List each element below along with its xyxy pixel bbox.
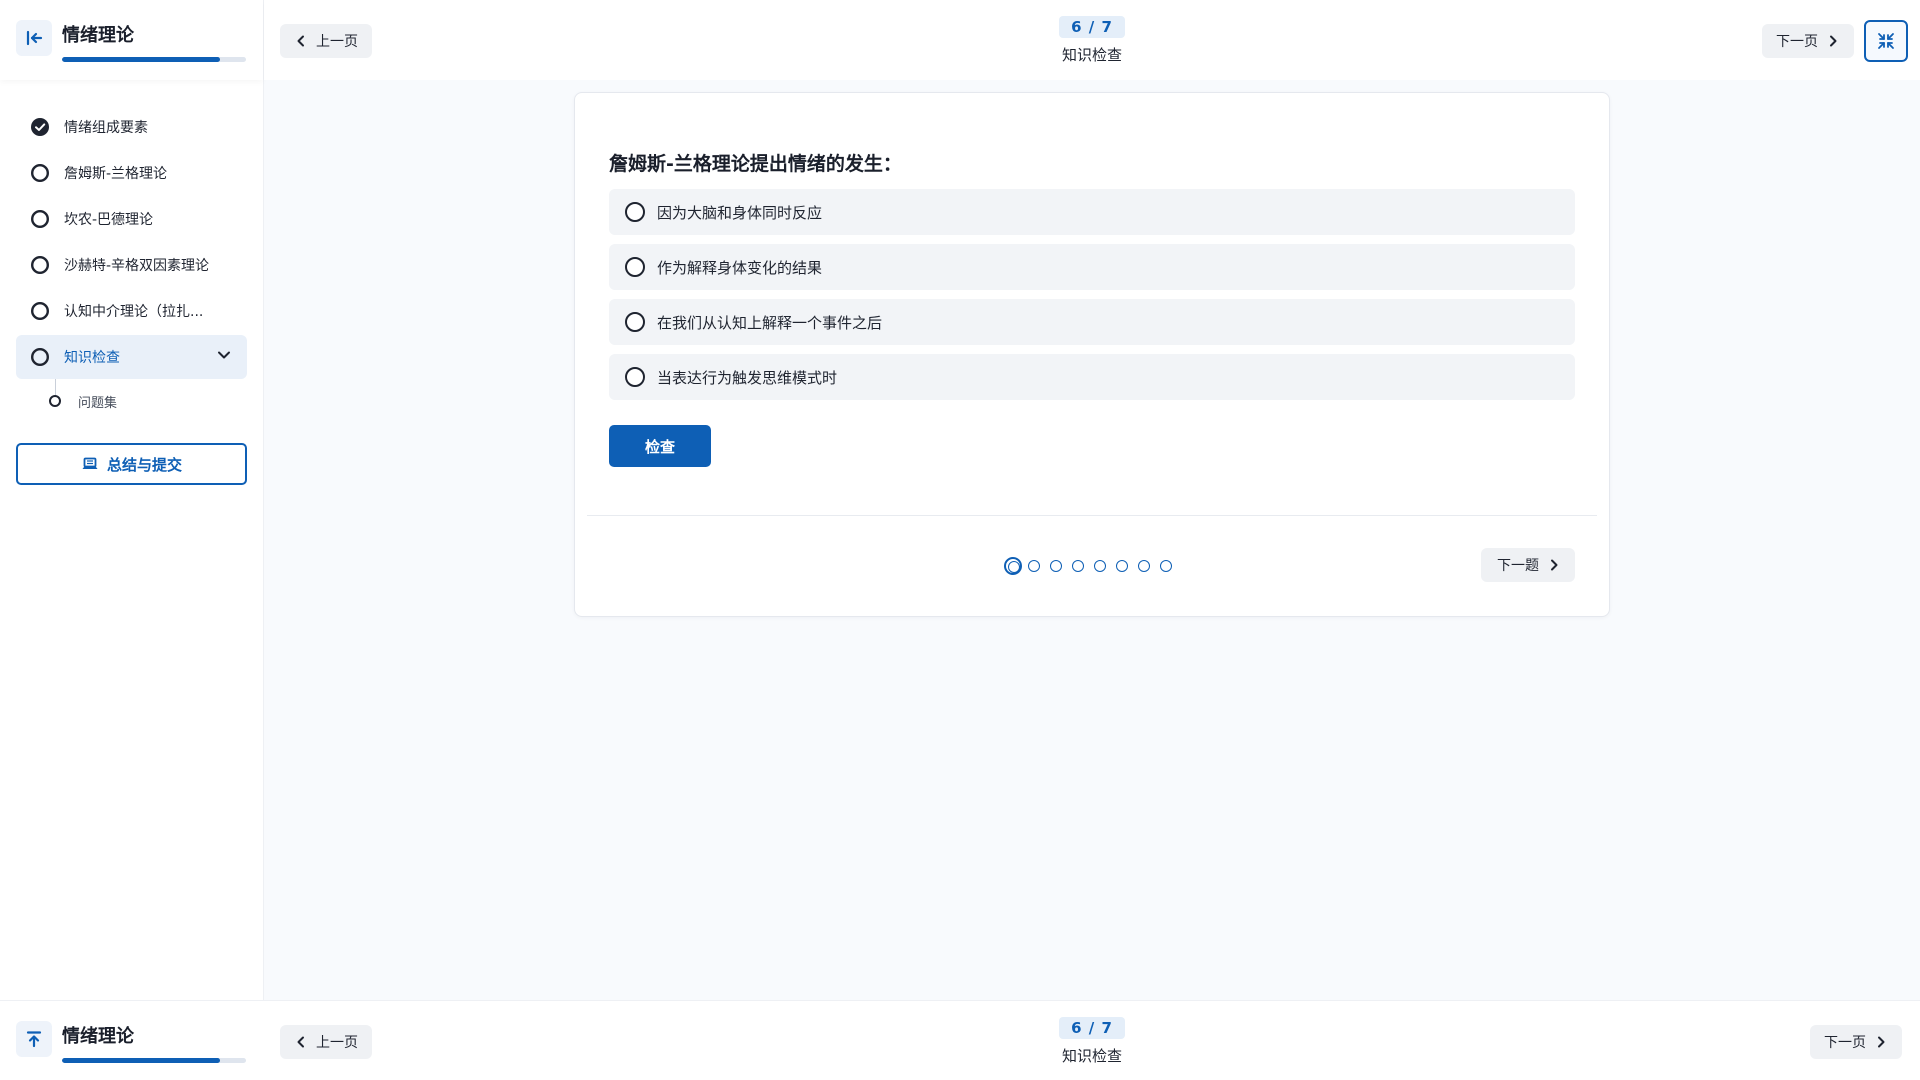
next-page-button[interactable]: 下一页 [1762,24,1854,58]
chevron-right-icon [1547,558,1561,572]
question-dot[interactable] [1094,560,1106,572]
radio-button[interactable] [625,367,645,387]
page-indicator-badge: 6 / 7 [1059,16,1125,38]
course-progress-bar [62,57,246,62]
nav-item-schachter-singer[interactable]: 沙赫特-辛格双因素理论 [16,243,247,287]
nav-item-emotion-components[interactable]: 情绪组成要素 [16,105,247,149]
page-info-bottom: 6 / 7 知识检查 [264,1017,1920,1066]
nav-item-label: 认知中介理论（拉扎... [64,304,204,320]
page-info: 6 / 7 知识检查 [264,16,1920,65]
next-question-label: 下一题 [1497,558,1539,574]
page-title: 知识检查 [1061,46,1122,64]
quiz-card: 詹姆斯-兰格理论提出情绪的发生： 因为大脑和身体同时反应 作为解释身体变化的结果… [574,92,1610,617]
circle-outline-icon [30,347,50,367]
answer-option[interactable]: 作为解释身体变化的结果 [609,244,1575,290]
option-label: 当表达行为触发思维模式时 [657,368,838,387]
course-progress-fill [62,57,221,62]
question-dot[interactable] [1004,557,1022,575]
question-dot[interactable] [1160,560,1172,572]
course-progress-fill [62,1058,221,1063]
laptop-icon [81,456,99,472]
answer-options: 因为大脑和身体同时反应 作为解释身体变化的结果 在我们从认知上解释一个事件之后 … [609,189,1575,409]
course-title: 情绪理论 [62,25,134,46]
nav-item-label: 坎农-巴德理论 [64,212,154,228]
collapse-sidebar-button[interactable] [16,20,52,56]
page-title: 知识检查 [1061,1047,1122,1065]
answer-option[interactable]: 在我们从认知上解释一个事件之后 [609,299,1575,345]
small-circle-icon [49,395,61,407]
check-circle-icon [30,117,50,137]
nav-item-label: 知识检查 [64,350,120,366]
tree-connector [55,379,56,395]
answer-option[interactable]: 因为大脑和身体同时反应 [609,189,1575,235]
question-dot[interactable] [1028,560,1040,572]
nav-item-label: 詹姆斯-兰格理论 [64,166,168,182]
question-text: 詹姆斯-兰格理论提出情绪的发生： [609,153,902,175]
sub-item-question-set[interactable]: 问题集 [16,379,247,421]
question-pagination [1004,557,1182,575]
bottom-navigation-bar: 上一页 6 / 7 知识检查 下一页 [264,1000,1920,1080]
chevron-right-icon [1826,34,1840,48]
minimize-icon [1878,33,1894,49]
next-page-label: 下一页 [1824,1035,1866,1051]
card-divider [587,515,1597,516]
next-page-button-bottom[interactable]: 下一页 [1810,1025,1902,1059]
arrow-up-to-line-icon [26,1031,42,1048]
arrow-left-to-line-icon [26,30,43,46]
answer-option[interactable]: 当表达行为触发思维模式时 [609,354,1575,400]
circle-outline-icon [30,163,50,183]
top-navigation-bar: 上一页 6 / 7 知识检查 下一页 [264,0,1920,80]
chevron-right-icon [1874,1035,1888,1049]
sidebar-footer: 情绪理论 [0,1000,264,1080]
question-dot[interactable] [1138,560,1150,572]
chevron-down-icon[interactable] [215,346,233,368]
option-label: 在我们从认知上解释一个事件之后 [657,313,883,332]
sidebar-header: 情绪理论 [0,0,263,80]
nav-item-knowledge-check[interactable]: 知识检查 [16,335,247,379]
circle-outline-icon [30,255,50,275]
nav-item-cognitive-mediational[interactable]: 认知中介理论（拉扎... [16,289,247,333]
radio-button[interactable] [625,257,645,277]
check-answer-button[interactable]: 检查 [609,425,711,467]
summary-submit-button[interactable]: 总结与提交 [16,443,247,485]
course-title-footer: 情绪理论 [62,1026,134,1047]
circle-outline-icon [30,301,50,321]
circle-outline-icon [30,209,50,229]
question-dot[interactable] [1072,560,1084,572]
nav-item-label: 情绪组成要素 [64,120,148,136]
nav-item-label: 沙赫特-辛格双因素理论 [64,258,210,274]
sidebar: 情绪理论 情绪组成要素 詹姆斯-兰格理论 坎农-巴德理论 沙赫特-辛格双因素理论… [0,0,264,1080]
question-dot[interactable] [1116,560,1128,572]
nav-item-james-lange[interactable]: 詹姆斯-兰格理论 [16,151,247,195]
course-progress-bar-footer [62,1058,246,1063]
option-label: 因为大脑和身体同时反应 [657,203,823,222]
radio-button[interactable] [625,312,645,332]
radio-button[interactable] [625,202,645,222]
option-label: 作为解释身体变化的结果 [657,258,823,277]
next-question-button[interactable]: 下一题 [1481,548,1575,582]
next-page-label: 下一页 [1776,34,1818,50]
nav-item-cannon-bard[interactable]: 坎农-巴德理论 [16,197,247,241]
scroll-to-top-button[interactable] [16,1021,52,1057]
page-indicator-badge: 6 / 7 [1059,1017,1125,1039]
sub-item-label: 问题集 [78,395,118,411]
exit-fullscreen-button[interactable] [1864,20,1908,62]
lesson-nav: 情绪组成要素 詹姆斯-兰格理论 坎农-巴德理论 沙赫特-辛格双因素理论 认知中介… [0,80,263,421]
question-dot[interactable] [1050,560,1062,572]
summary-submit-label: 总结与提交 [106,455,182,474]
